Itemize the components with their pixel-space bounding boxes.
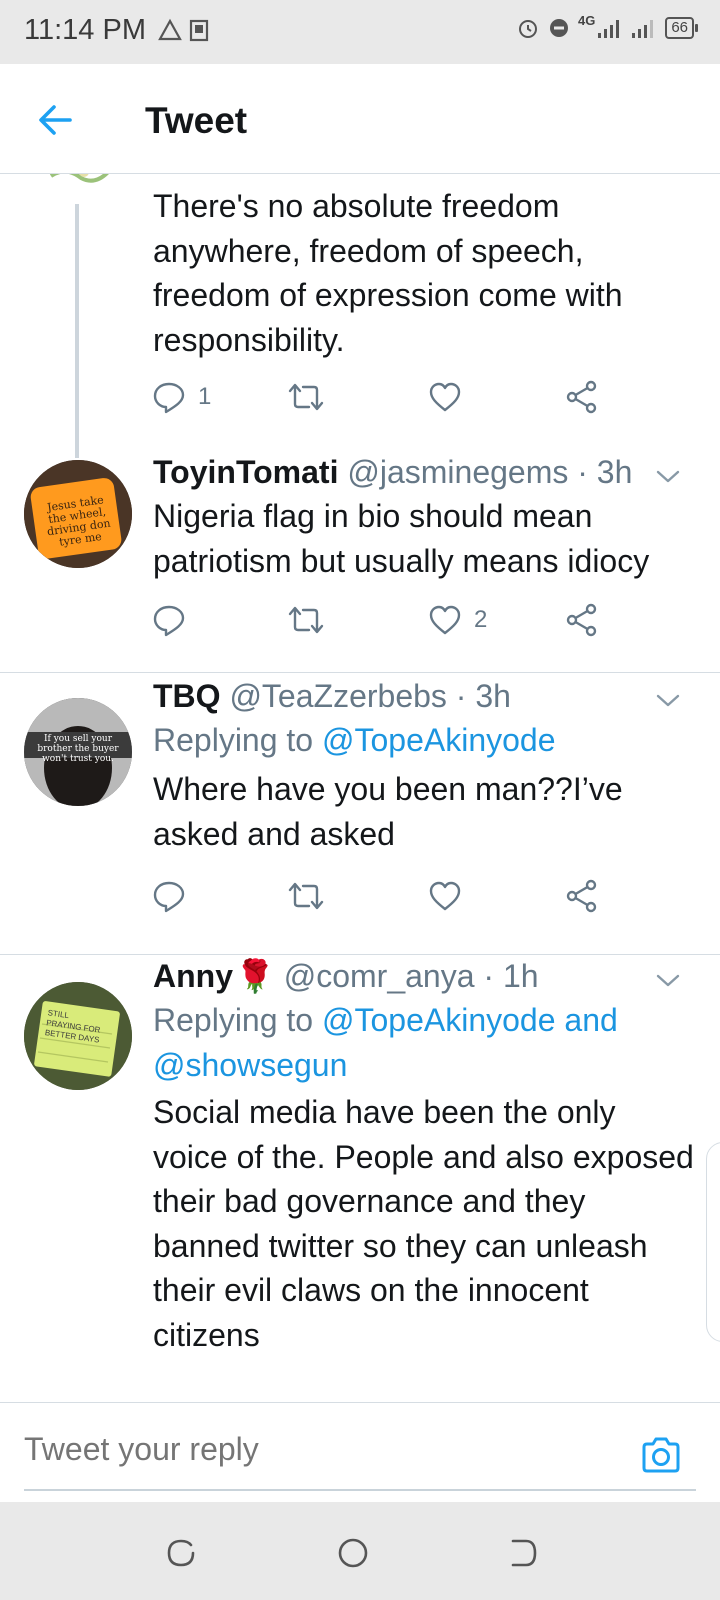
home-icon[interactable] [336, 1536, 370, 1570]
recents-icon[interactable] [164, 1536, 198, 1570]
display-name[interactable]: ToyinTomati [153, 454, 338, 490]
tweet-actions: 1 [152, 377, 622, 417]
share-icon [566, 603, 597, 637]
avatar[interactable]: STILL PRAYING FOR BETTER DAYS [24, 982, 132, 1090]
share-icon [566, 380, 597, 414]
user-handle[interactable]: @jasminegems [347, 454, 568, 490]
avatar-text: Jesus take the wheel, driving don tyre m… [46, 493, 112, 549]
divider [0, 672, 720, 673]
retweet-button[interactable] [287, 876, 325, 916]
page-title: Tweet [145, 100, 248, 141]
display-name[interactable]: Anny [153, 958, 233, 994]
network-type: 4G [577, 12, 596, 28]
share-button[interactable] [565, 876, 599, 916]
avatar-text: If you sell your brother the buyer won't… [37, 734, 119, 764]
heart-icon [429, 881, 461, 911]
avatar-partial[interactable] [46, 174, 116, 190]
reply-underline [24, 1489, 696, 1491]
retweet-icon [288, 606, 324, 634]
tweet-text: Social media have been the only voice of… [153, 1094, 694, 1353]
reply-icon [153, 605, 185, 637]
replying-to-line: Replying to @TopeAkinyode [153, 718, 696, 763]
system-nav-bar [0, 1502, 720, 1600]
status-left-icons [158, 18, 212, 42]
tweet-actions: 2 [152, 600, 622, 640]
tweet-time: · 3h [577, 454, 633, 490]
tweet-actions [152, 876, 622, 916]
tweet-header: Anny🌹 @comr_anya · 1h [153, 954, 696, 998]
retweet-button[interactable] [287, 600, 325, 640]
replying-to-mention[interactable]: @TopeAkinyode [322, 722, 556, 758]
display-name[interactable]: TBQ [153, 678, 221, 714]
retweet-icon [288, 383, 324, 411]
reply-button[interactable]: 1 [152, 377, 211, 417]
reply-icon [153, 382, 185, 414]
alarm-icon [518, 20, 537, 38]
share-button[interactable] [565, 600, 599, 640]
status-bar: 11:14 PM 4G 66 [0, 0, 720, 64]
retweet-icon [288, 882, 324, 910]
signal-icon [598, 20, 620, 38]
battery-icon: 66 [665, 17, 698, 39]
retweet-button[interactable] [287, 377, 325, 417]
tweet-thread[interactable]: There's no absolute freedom anywhere, fr… [0, 174, 720, 1402]
user-handle[interactable]: @TeaZzerbebs [229, 678, 446, 714]
reply-count: 1 [198, 383, 212, 410]
back-icon[interactable] [506, 1536, 540, 1570]
reply-button[interactable] [152, 876, 186, 916]
chevron-down-icon[interactable] [654, 462, 682, 490]
avatar[interactable]: If you sell your brother the buyer won't… [24, 698, 132, 806]
like-button[interactable] [428, 876, 462, 916]
top-app-bar: Tweet [0, 64, 720, 174]
replying-to-label: Replying to [153, 722, 314, 758]
tweet-text: Where have you been man??I’ve asked and … [153, 771, 623, 852]
heart-icon [429, 605, 461, 635]
status-right-icons: 4G 66 [516, 12, 698, 40]
share-button[interactable] [565, 377, 599, 417]
arrow-left-icon[interactable] [34, 98, 78, 142]
replying-to-label: Replying to [153, 1002, 314, 1038]
alert-icon [158, 18, 182, 41]
avatar[interactable]: Jesus take the wheel, driving don tyre m… [24, 460, 132, 568]
reply-button[interactable] [152, 600, 198, 640]
like-count: 2 [474, 606, 488, 633]
like-button[interactable]: 2 [428, 600, 487, 640]
heart-icon [429, 382, 461, 412]
thread-line [75, 204, 79, 458]
tweet-header: TBQ @TeaZzerbebs · 3h [153, 674, 696, 718]
chevron-down-icon[interactable] [654, 686, 682, 714]
tweet-header: ToyinTomati @jasminegems · 3h [153, 450, 696, 494]
status-time: 11:14 PM [24, 14, 146, 46]
tweet-text: Nigeria flag in bio should mean patrioti… [153, 498, 650, 579]
reply-composer [0, 1402, 720, 1502]
pdf-icon [189, 19, 209, 42]
camera-icon[interactable] [640, 1435, 682, 1475]
signal-icon-2 [632, 20, 654, 38]
replying-to-line: Replying to @TopeAkinyode and @showsegun [153, 998, 696, 1088]
tweet-text: There's no absolute freedom anywhere, fr… [153, 188, 623, 358]
chevron-down-icon[interactable] [654, 966, 682, 994]
reply-input[interactable] [24, 1431, 584, 1468]
like-button[interactable] [428, 377, 474, 417]
share-icon [566, 879, 597, 913]
rose-emoji: 🌹 [235, 958, 275, 994]
tweet-time: · 3h [455, 678, 511, 714]
dnd-icon [549, 19, 568, 37]
tweet-time: · 1h [483, 958, 539, 994]
user-handle[interactable]: @comr_anya [284, 958, 475, 994]
reply-icon [153, 881, 185, 913]
edge-scroll-handle[interactable] [706, 1142, 720, 1342]
